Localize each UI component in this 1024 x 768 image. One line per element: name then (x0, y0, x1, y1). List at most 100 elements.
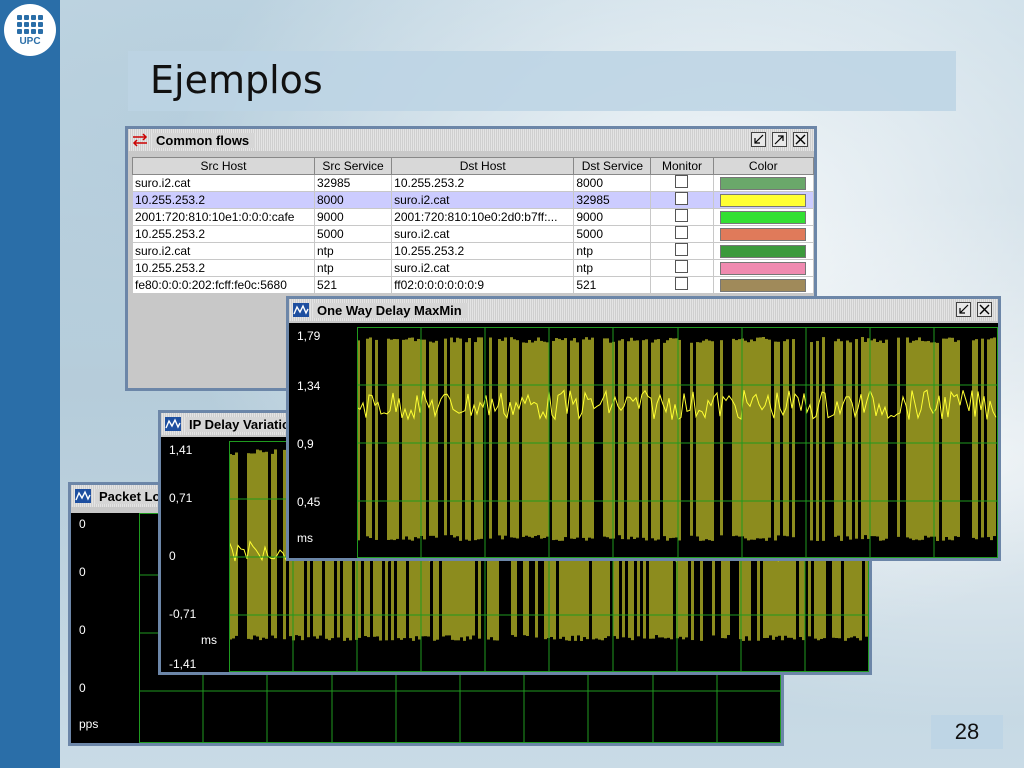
y-label: -1,41 (169, 657, 197, 671)
trace-bar (603, 338, 606, 537)
trace-bar (360, 339, 361, 538)
trace-bar (645, 339, 648, 541)
trace-band (357, 337, 997, 541)
trace-bar (708, 340, 711, 541)
dst-service-cell: 521 (573, 276, 652, 294)
dst-host-cell: 10.255.253.2 (391, 174, 575, 192)
owd-titlebar[interactable]: One Way Delay MaxMin (289, 299, 998, 321)
trace-bar (471, 337, 472, 538)
trace-bar (729, 338, 730, 541)
common-flows-titlebar[interactable]: Common flows (128, 129, 814, 151)
color-swatch[interactable] (720, 245, 807, 259)
close-button[interactable] (977, 302, 992, 317)
color-swatch[interactable] (720, 194, 807, 208)
trace-bar (609, 342, 612, 539)
trace-bar (552, 340, 555, 541)
slide-title: Ejemplos (150, 58, 323, 102)
minimize-button[interactable] (956, 302, 971, 317)
table-row[interactable]: suro.i2.cat 32985 10.255.253.2 8000 (132, 174, 814, 192)
trace-bar (882, 342, 885, 541)
trace-bar (417, 338, 420, 539)
trace-bar (666, 340, 669, 541)
trace-bar (864, 341, 867, 536)
minimize-button[interactable] (751, 132, 766, 147)
trace-bar (495, 341, 496, 539)
trace-bar (600, 340, 601, 540)
y-unit: ms (201, 633, 217, 647)
trace-bar (561, 340, 564, 541)
trace-bar (732, 338, 735, 537)
trace-bar (489, 337, 492, 539)
trace-bar (792, 339, 795, 538)
trace-bar (429, 341, 432, 536)
color-swatch[interactable] (720, 177, 807, 191)
trace-bar (594, 339, 595, 541)
monitor-checkbox[interactable] (675, 243, 689, 256)
src-host-cell: fe80:0:0:0:202:fcff:fe0c:5680 (132, 276, 315, 294)
trace-bar (492, 339, 493, 539)
table-row[interactable]: fe80:0:0:0:202:fcff:fe0c:5680 521 ff02:0:0… (132, 276, 814, 294)
col-dst-host[interactable]: Dst Host (391, 157, 575, 175)
trace-bar (621, 339, 624, 540)
trace-bar (271, 453, 274, 636)
trace-bar (846, 340, 849, 537)
color-cell (712, 276, 814, 294)
trace-bar (834, 341, 837, 537)
table-row[interactable]: 2001:720:810:10e1:0:0:0:cafe 9000 2001:720… (132, 208, 814, 226)
trace-bar (627, 341, 630, 540)
trace-bar (576, 342, 579, 538)
col-src-host[interactable]: Src Host (132, 157, 315, 175)
color-swatch[interactable] (720, 262, 807, 276)
trace-bar (981, 338, 984, 538)
table-row[interactable]: suro.i2.cat ntp 10.255.253.2 ntp (132, 242, 814, 260)
trace-bar (930, 342, 933, 537)
trace-bar (921, 340, 924, 540)
trace-bar (819, 338, 820, 540)
col-dst-service[interactable]: Dst Service (573, 157, 652, 175)
trace-bar (768, 339, 771, 538)
chart-icon (293, 303, 309, 317)
trace-bar (684, 340, 685, 541)
trace-bar (993, 337, 996, 537)
trace-bar (759, 337, 762, 539)
table-row[interactable]: 10.255.253.2 5000 suro.i2.cat 5000 (132, 225, 814, 243)
trace-bar (816, 340, 819, 541)
monitor-checkbox[interactable] (675, 192, 689, 205)
monitor-checkbox[interactable] (675, 175, 689, 188)
monitor-checkbox[interactable] (675, 209, 689, 222)
trace-bar (813, 337, 814, 537)
color-swatch[interactable] (720, 211, 807, 225)
trace-bar (585, 337, 588, 541)
trace-bar (858, 338, 859, 536)
trace-bar (399, 342, 400, 540)
col-color[interactable]: Color (712, 157, 814, 175)
maximize-button[interactable] (772, 132, 787, 147)
monitor-checkbox[interactable] (675, 260, 689, 273)
trace-bar (897, 337, 900, 537)
trace-bar (702, 340, 705, 541)
table-row[interactable]: 10.255.253.2 8000 suro.i2.cat 32985 (132, 191, 814, 209)
trace-bar (423, 339, 426, 540)
trace-bar (268, 451, 269, 641)
table-row[interactable]: 10.255.253.2 ntp suro.i2.cat ntp (132, 259, 814, 277)
color-swatch[interactable] (720, 279, 807, 293)
one-way-delay-window[interactable]: One Way Delay MaxMin 1,79 1,34 0,9 0,45 … (286, 296, 1001, 561)
col-src-service[interactable]: Src Service (313, 157, 393, 175)
col-monitor[interactable]: Monitor (650, 157, 714, 175)
trace-bar (411, 337, 414, 541)
trace-bar (696, 342, 699, 537)
color-swatch[interactable] (720, 228, 807, 242)
trace-bar (669, 337, 672, 539)
trace-bar (510, 337, 513, 538)
color-cell (712, 242, 814, 260)
monitor-checkbox[interactable] (675, 277, 689, 290)
dst-service-cell: 5000 (573, 225, 652, 243)
monitor-checkbox[interactable] (675, 226, 689, 239)
left-bar: UPC (0, 0, 60, 768)
y-label: 0 (79, 517, 86, 531)
close-button[interactable] (793, 132, 808, 147)
minimize-icon (959, 304, 969, 314)
monitor-cell (650, 191, 714, 209)
trace-bar (277, 452, 278, 641)
trace-bar (501, 340, 504, 540)
